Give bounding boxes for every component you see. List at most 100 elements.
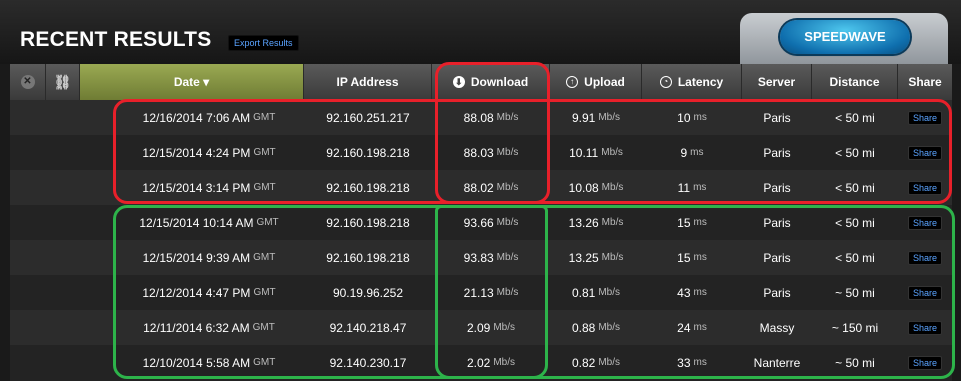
distance-cell: ~ 150 mi <box>831 320 879 335</box>
date-cell: 12/15/2014 10:14 AM GMT <box>116 205 302 240</box>
upload-cell: 13.26 Mb/s <box>550 205 642 240</box>
column-upload[interactable]: ↑ Upload <box>550 64 642 100</box>
share-cell: Share <box>898 100 952 135</box>
upload-cell: 0.82 Mb/s <box>550 345 642 380</box>
speed-unit: Mb/s <box>598 357 621 368</box>
latency-cell: 11 ms <box>642 170 742 205</box>
latency-cell: 10 ms <box>642 100 742 135</box>
table-row[interactable]: 12/15/2014 3:14 PM GMT 92.160.198.218 88.02… <box>10 170 952 205</box>
latency-unit: ms <box>693 217 707 228</box>
timezone-label: GMT <box>253 357 276 368</box>
ip-cell: 92.140.230.17 <box>329 355 407 370</box>
ip-cell: 92.160.198.218 <box>326 180 410 195</box>
close-icon: ✕ <box>20 75 35 89</box>
speed-unit: Mb/s <box>601 217 624 228</box>
upload-cell: 10.08 Mb/s <box>550 170 642 205</box>
share-button[interactable]: Share <box>907 250 943 265</box>
date-cell: 12/10/2014 5:58 AM GMT <box>116 345 302 380</box>
server-cell: Paris <box>763 250 791 265</box>
delete-column-button[interactable]: ✕ <box>10 64 46 100</box>
latency-cell: 15 ms <box>642 240 742 275</box>
server-cell: Paris <box>763 215 791 230</box>
download-value: 88.08 <box>463 110 494 125</box>
ip-cell: 90.19.96.252 <box>332 285 404 300</box>
timezone-label: GMT <box>253 147 276 158</box>
table-row[interactable]: 12/12/2014 4:47 PM GMT 90.19.96.252 21.13 Mb… <box>10 275 952 310</box>
gauge-icon: ◔ <box>659 76 672 88</box>
latency-unit: ms <box>693 287 707 298</box>
share-button[interactable]: Share <box>907 180 943 195</box>
upload-value: 9.91 <box>571 110 596 125</box>
speed-unit: Mb/s <box>493 322 516 333</box>
upload-cell: 10.11 Mb/s <box>550 135 642 170</box>
latency-value: 15 <box>677 250 691 265</box>
share-cell: Share <box>898 240 952 275</box>
speed-unit: Mb/s <box>496 112 519 123</box>
compare-column-button[interactable]: ⛓ <box>46 64 80 100</box>
latency-value: 24 <box>677 320 691 335</box>
share-button[interactable]: Share <box>907 110 943 125</box>
table-row[interactable]: 12/16/2014 7:06 AM GMT 92.160.251.217 88.08… <box>10 100 952 135</box>
server-cell: Nanterre <box>753 355 801 370</box>
distance-cell: < 50 mi <box>835 180 875 195</box>
date-cell: 12/15/2014 3:14 PM GMT <box>116 170 302 205</box>
share-button[interactable]: Share <box>907 285 943 300</box>
speedwave-button[interactable]: SPEEDWAVE <box>780 20 910 54</box>
server-cell: Paris <box>763 285 791 300</box>
table-row[interactable]: 12/11/2014 6:32 AM GMT 92.140.218.47 2.09 Mb… <box>10 310 952 345</box>
export-results-button[interactable]: Export Results <box>228 35 299 51</box>
distance-cell: < 50 mi <box>835 215 875 230</box>
latency-cell: 15 ms <box>642 205 742 240</box>
column-latency[interactable]: ◔ Latency <box>642 64 742 100</box>
column-distance[interactable]: Distance <box>812 64 898 100</box>
latency-unit: ms <box>690 147 704 158</box>
upload-value: 0.88 <box>571 320 596 335</box>
latency-value: 15 <box>677 215 691 230</box>
latency-unit: ms <box>693 252 707 263</box>
latency-value: 9 <box>680 145 688 160</box>
table-row[interactable]: 12/15/2014 9:39 AM GMT 92.160.198.218 93.83… <box>10 240 952 275</box>
column-server[interactable]: Server <box>742 64 812 100</box>
latency-value: 11 <box>677 180 691 195</box>
column-upload-label: Upload <box>584 75 625 89</box>
share-cell: Share <box>898 275 952 310</box>
latency-value: 10 <box>677 110 691 125</box>
download-arrow-icon: ⬇ <box>452 76 465 88</box>
share-button[interactable]: Share <box>907 320 943 335</box>
download-cell: 88.03 Mb/s <box>432 135 550 170</box>
upload-value: 13.26 <box>568 215 599 230</box>
download-value: 88.03 <box>463 145 494 160</box>
ip-cell: 92.140.218.47 <box>329 320 407 335</box>
latency-unit: ms <box>693 112 707 123</box>
table-row[interactable]: 12/15/2014 10:14 AM GMT 92.160.198.218 93.6… <box>10 205 952 240</box>
share-button[interactable]: Share <box>907 355 943 370</box>
column-date[interactable]: Date ▾ <box>80 64 304 100</box>
server-cell: Paris <box>763 145 791 160</box>
date-cell: 12/11/2014 6:32 AM GMT <box>116 310 302 345</box>
results-header: RECENT RESULTS Export Results SPEEDWAVE <box>0 0 961 65</box>
ip-cell: 92.160.198.218 <box>326 145 410 160</box>
latency-cell: 9 ms <box>642 135 742 170</box>
latency-unit: ms <box>693 182 707 193</box>
column-share[interactable]: Share <box>898 64 952 100</box>
latency-unit: ms <box>693 322 707 333</box>
table-row[interactable]: 12/15/2014 4:24 PM GMT 92.160.198.218 88.03… <box>10 135 952 170</box>
server-cell: Paris <box>763 180 791 195</box>
date-value: 12/15/2014 10:14 AM <box>139 215 254 230</box>
date-value: 12/15/2014 4:24 PM <box>142 145 251 160</box>
share-button[interactable]: Share <box>907 215 943 230</box>
share-cell: Share <box>898 135 952 170</box>
distance-cell: < 50 mi <box>835 250 875 265</box>
share-cell: Share <box>898 170 952 205</box>
upload-value: 13.25 <box>568 250 599 265</box>
date-value: 12/11/2014 6:32 AM <box>143 320 250 335</box>
speed-unit: Mb/s <box>496 252 519 263</box>
table-row[interactable]: 12/10/2014 5:58 AM GMT 92.140.230.17 2.02 Mb… <box>10 345 952 381</box>
latency-value: 43 <box>677 285 691 300</box>
share-button[interactable]: Share <box>907 145 943 160</box>
speed-unit: Mb/s <box>598 112 621 123</box>
column-download[interactable]: ⬇ Download <box>432 64 550 100</box>
distance-cell: < 50 mi <box>835 145 875 160</box>
column-ip-address[interactable]: IP Address <box>304 64 432 100</box>
date-cell: 12/15/2014 9:39 AM GMT <box>116 240 302 275</box>
